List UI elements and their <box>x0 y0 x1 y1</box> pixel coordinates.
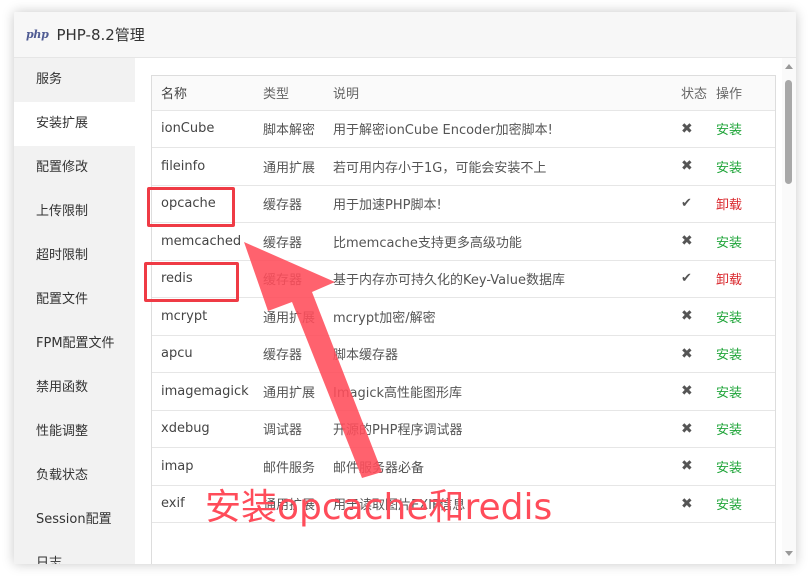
annotation-text: 安装opcache和redis <box>205 487 553 528</box>
